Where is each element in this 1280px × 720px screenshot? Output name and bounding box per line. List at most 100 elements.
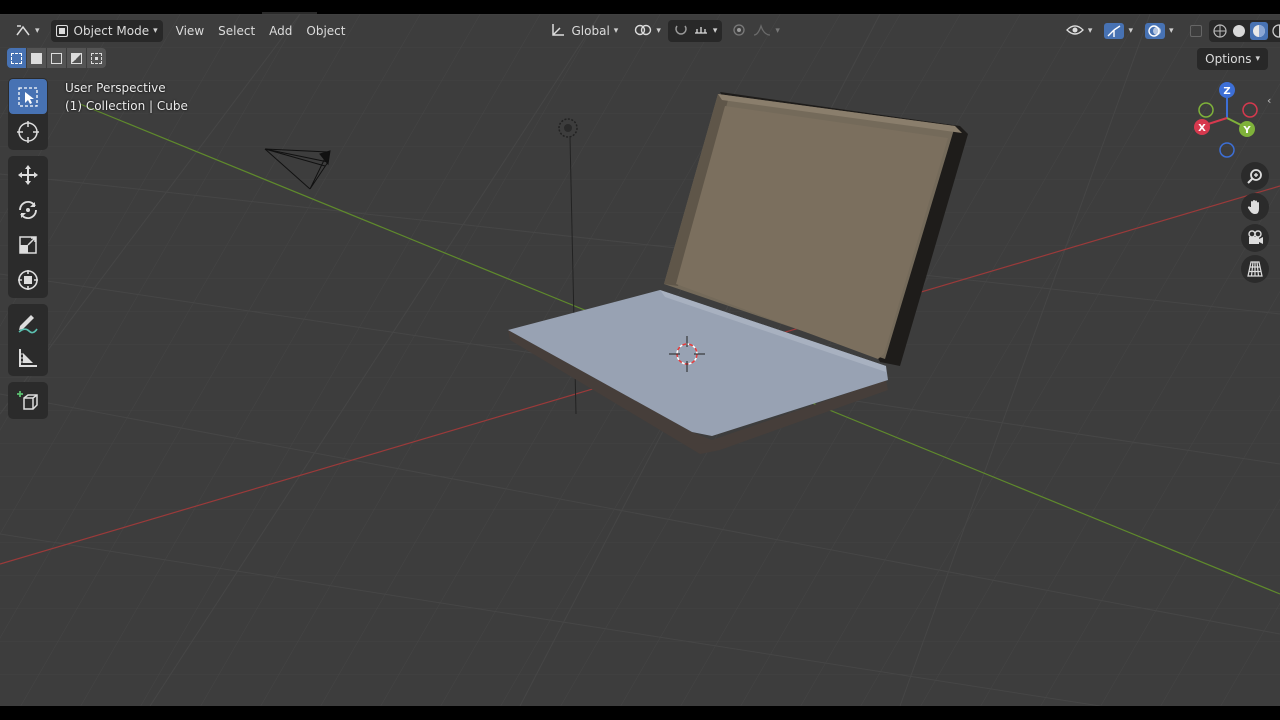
xray-icon [1189,25,1202,37]
options-label: Options [1205,52,1252,66]
cursor-icon [17,120,39,143]
add-cube-tool[interactable] [9,383,47,418]
transform-orientation-dropdown[interactable]: Global ▾ [545,20,624,42]
z-axis-label: Z [1223,86,1230,97]
viewport-info: User Perspective (1) Collection | Cube [65,79,188,115]
sidebar-toggle-icon[interactable]: ‹ [1267,94,1271,107]
hand-icon [1247,200,1259,214]
move-tool[interactable] [9,157,47,192]
viewport-header: ▾ Object Mode ▾ View Select Add Object G… [0,14,1280,48]
tool-group-add [8,382,48,419]
tool-group-annotate [8,304,48,376]
shading-group[interactable]: ▾ [1208,20,1280,42]
select-intersect-icon [91,52,102,64]
select-subtract-button[interactable] [47,48,66,68]
menu-object[interactable]: Object [299,20,352,42]
pivot-icon [634,23,652,40]
rotate-tool[interactable] [9,192,47,227]
menu-view[interactable]: View [169,20,211,42]
snap-group[interactable]: ▾ [667,20,723,42]
visibility-icon [1065,23,1084,40]
transform-icon [18,269,38,290]
transform-orientation-label: Global [571,24,610,38]
gizmo-toggle-icon [1104,23,1125,39]
editor-type-icon [15,23,31,40]
navigation-gizmo[interactable]: Z Y X [1190,78,1266,160]
cursor-tool[interactable] [9,114,47,149]
y-axis-label: Y [1242,125,1251,136]
rotate-icon [19,200,37,219]
zoom-button[interactable] [1241,162,1269,190]
mode-label: Object Mode [73,24,150,38]
move-icon [18,164,38,185]
add-cube-icon [17,390,38,410]
pan-button[interactable] [1241,193,1269,221]
select-box-tool[interactable] [9,79,47,114]
select-invert-button[interactable] [67,48,86,68]
neg-z-axis-handle[interactable] [1219,142,1235,158]
top-window-strip [0,0,1280,14]
transform-orientation-icon [550,23,566,40]
menu-select[interactable]: Select [211,20,262,42]
select-extend-icon [31,52,42,64]
snap-icon [673,23,689,40]
scale-icon [19,235,37,254]
neg-x-axis-handle[interactable] [1242,102,1258,118]
select-extend-button[interactable] [27,48,46,68]
chevron-down-icon: ▾ [712,26,718,36]
camera-view-button[interactable] [1241,224,1269,252]
chevron-down-icon: ▾ [1255,54,1260,64]
transform-tool[interactable] [9,262,47,297]
select-box-icon [18,86,38,107]
object-mode-icon [55,25,68,37]
select-new-button[interactable] [7,48,26,68]
shading-icon [1212,22,1280,40]
tool-group-select [8,78,48,150]
x-axis-label: X [1198,123,1206,134]
proportional-edit-icon [731,23,747,40]
chevron-down-icon: ▾ [35,26,40,36]
pivot-point-dropdown[interactable]: ▾ [629,20,666,42]
proportional-edit-button[interactable]: ▾ [726,20,785,42]
camera-icon [1248,230,1263,244]
viewport-nav-buttons [1241,162,1269,286]
xray-button[interactable] [1185,20,1207,42]
neg-y-axis-handle[interactable] [1198,102,1214,118]
falloff-icon [753,23,771,40]
selection-mode-buttons [7,48,107,70]
wireframe-shading-icon[interactable] [1212,23,1228,39]
chevron-down-icon: ▾ [1168,26,1174,36]
material-shading-icon[interactable] [1249,22,1268,40]
annotate-icon [18,314,38,333]
measure-icon [19,348,37,367]
rendered-shading-icon[interactable] [1271,23,1280,39]
mode-selector[interactable]: Object Mode ▾ [50,20,163,42]
scale-tool[interactable] [9,227,47,262]
chevron-down-icon: ▾ [1087,26,1093,36]
measure-tool[interactable] [9,340,47,375]
grid-perspective-icon [1247,261,1263,277]
chevron-down-icon: ▾ [153,26,158,36]
overlay-group[interactable]: ▾ [1140,20,1179,42]
bottom-window-strip [0,706,1280,720]
tool-shelf [8,78,48,425]
annotate-tool[interactable] [9,305,47,340]
chevron-down-icon: ▾ [613,26,619,36]
gizmo-toggle-group[interactable]: ▾ [1099,20,1138,42]
overlay-icon [1144,23,1165,39]
viewport-scene [0,14,1280,706]
perspective-toggle-button[interactable] [1241,255,1269,283]
snap-target-icon [693,23,709,40]
select-new-icon [11,52,22,64]
chevron-down-icon: ▾ [1128,26,1133,36]
3d-viewport[interactable]: ▾ Object Mode ▾ View Select Add Object G… [0,14,1280,706]
menu-add[interactable]: Add [262,20,299,42]
chevron-down-icon: ▾ [656,26,661,36]
select-intersect-button[interactable] [87,48,106,68]
editor-type-button[interactable]: ▾ [10,20,45,42]
solid-shading-icon[interactable] [1231,23,1247,39]
visibility-dropdown[interactable]: ▾ [1061,20,1098,42]
tool-group-transform [8,156,48,298]
collection-label: (1) Collection | Cube [65,99,188,113]
options-dropdown[interactable]: Options ▾ [1197,48,1268,70]
